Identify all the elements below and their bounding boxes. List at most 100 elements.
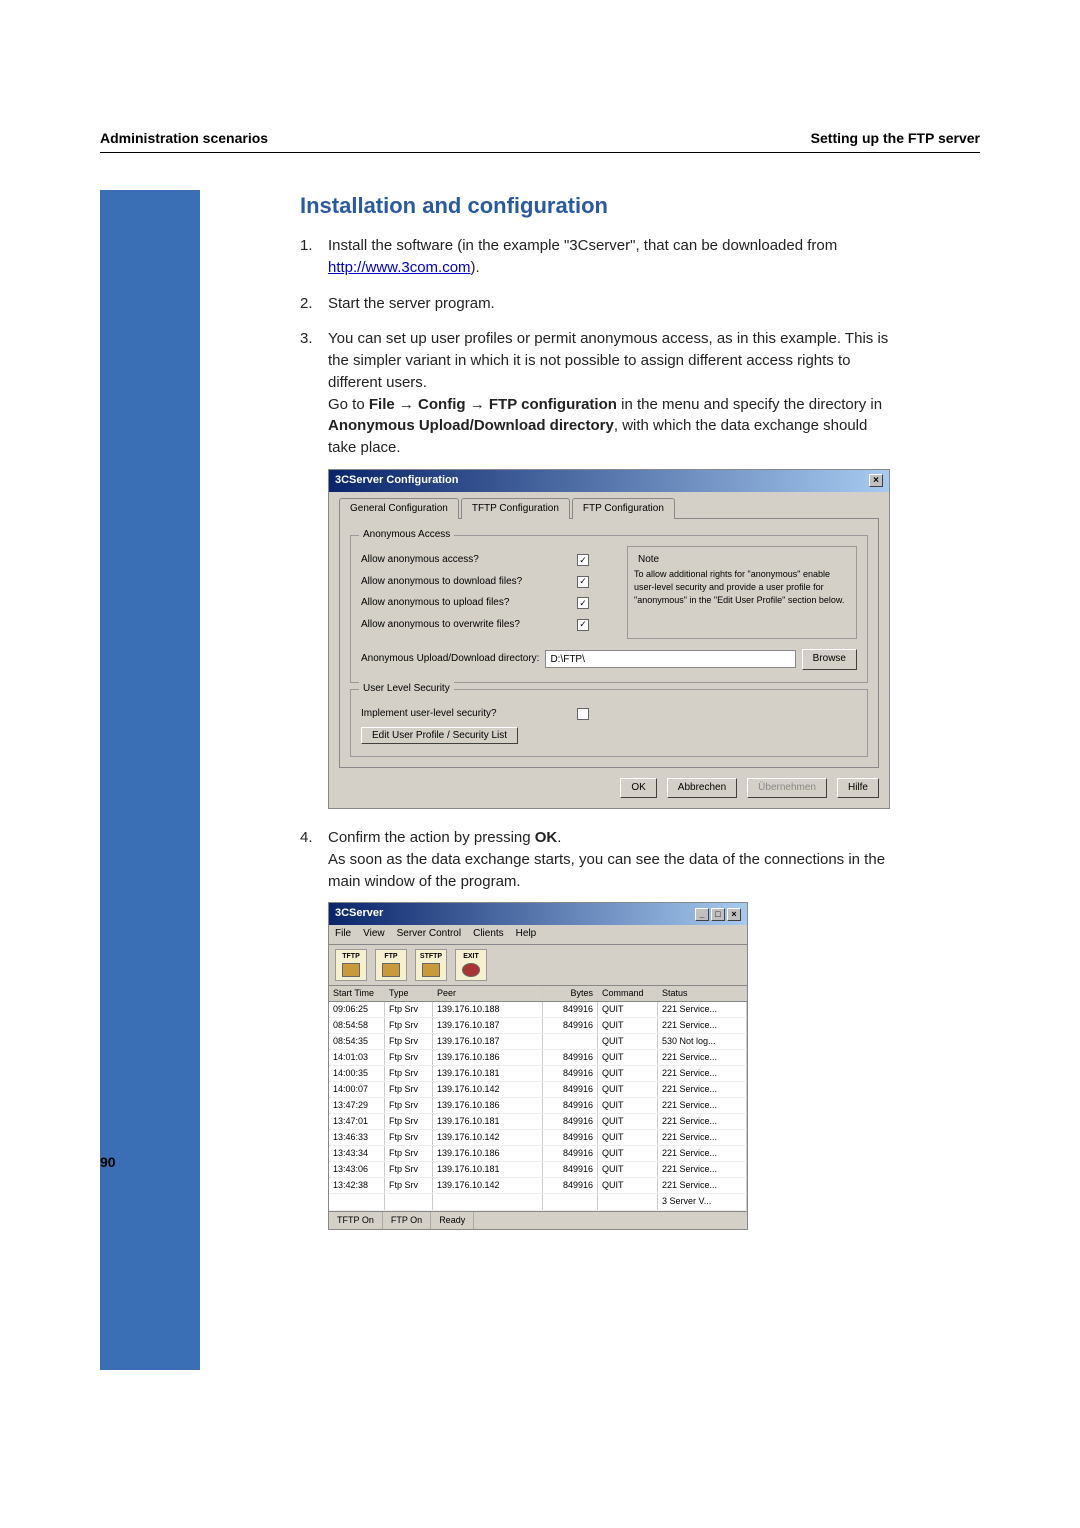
cancel-button[interactable]: Abbrechen [667, 778, 737, 799]
ok-button[interactable]: OK [620, 778, 656, 799]
toolbar-sftp-button[interactable]: STFTP [415, 949, 447, 981]
step3b-config: Config [418, 396, 465, 413]
sidebar-blue-decoration [100, 190, 200, 1370]
table-cell: 849916 [543, 1178, 598, 1193]
table-cell: Ftp Srv [385, 1098, 433, 1113]
screenshot-main-window: 3CServer _ □ × File View Server Control … [328, 902, 748, 1229]
table-row[interactable]: 08:54:58Ftp Srv139.176.10.187849916QUIT2… [329, 1018, 747, 1034]
table-cell: 139.176.10.186 [433, 1098, 543, 1113]
table-row[interactable]: 13:43:34Ftp Srv139.176.10.186849916QUIT2… [329, 1146, 747, 1162]
opt-user-security-label: Implement user-level security? [361, 707, 569, 722]
step-3: You can set up user profiles or permit a… [300, 328, 890, 809]
table-cell: 849916 [543, 1130, 598, 1145]
link-3com[interactable]: http://www.3com.com [328, 259, 471, 276]
toolbar-tftp-button[interactable]: TFTP [335, 949, 367, 981]
menu-clients[interactable]: Clients [473, 927, 504, 942]
header-left: Administration scenarios [100, 130, 268, 146]
dir-label: Anonymous Upload/Download directory: [361, 652, 539, 667]
maximize-icon[interactable]: □ [711, 908, 725, 921]
table-cell: 13:47:01 [329, 1114, 385, 1129]
checkbox-allow-upload[interactable]: ✓ [577, 597, 589, 609]
checkbox-allow-download[interactable]: ✓ [577, 576, 589, 588]
minimize-icon[interactable]: _ [695, 908, 709, 921]
table-cell: 139.176.10.187 [433, 1018, 543, 1033]
window-title: 3CServer [335, 906, 383, 922]
table-cell: 849916 [543, 1018, 598, 1033]
table-cell: 221 Service... [658, 1066, 747, 1081]
help-button[interactable]: Hilfe [837, 778, 879, 799]
page-number: 90 [100, 1154, 116, 1170]
menu-view[interactable]: View [363, 927, 385, 942]
table-row[interactable]: 14:00:07Ftp Srv139.176.10.142849916QUIT2… [329, 1082, 747, 1098]
close-icon[interactable]: × [727, 908, 741, 921]
checkbox-user-security[interactable] [577, 708, 589, 720]
step3b-arrow1: → [395, 396, 418, 413]
status-ready: Ready [431, 1212, 474, 1229]
table-cell: QUIT [598, 1018, 658, 1033]
edit-profile-button[interactable]: Edit User Profile / Security List [361, 727, 518, 744]
tab-ftp[interactable]: FTP Configuration [572, 498, 675, 520]
step3b-pre: Go to [328, 396, 369, 413]
table-cell: 530 Not log... [658, 1034, 747, 1049]
close-icon[interactable]: × [869, 474, 883, 487]
step-4: Confirm the action by pressing OK. As so… [300, 827, 890, 1229]
col-bytes[interactable]: Bytes [543, 986, 598, 1001]
col-peer[interactable]: Peer [433, 986, 543, 1001]
toolbar-ftp-button[interactable]: FTP [375, 949, 407, 981]
step-2: Start the server program. [300, 293, 890, 315]
table-row[interactable]: 13:46:33Ftp Srv139.176.10.142849916QUIT2… [329, 1130, 747, 1146]
col-start-time[interactable]: Start Time [329, 986, 385, 1001]
checkbox-allow-access[interactable]: ✓ [577, 554, 589, 566]
step3-text-a: You can set up user profiles or permit a… [328, 328, 890, 393]
table-cell: 13:46:33 [329, 1130, 385, 1145]
opt-allow-upload-label: Allow anonymous to upload files? [361, 596, 569, 611]
col-status[interactable]: Status [658, 986, 747, 1001]
table-row[interactable]: 13:47:29Ftp Srv139.176.10.186849916QUIT2… [329, 1098, 747, 1114]
col-command[interactable]: Command [598, 986, 658, 1001]
table-cell: 849916 [543, 1162, 598, 1177]
table-cell: 13:47:29 [329, 1098, 385, 1113]
menubar: File View Server Control Clients Help [329, 925, 747, 945]
tab-general[interactable]: General Configuration [339, 498, 459, 520]
table-row[interactable]: 13:47:01Ftp Srv139.176.10.181849916QUIT2… [329, 1114, 747, 1130]
menu-file[interactable]: File [335, 927, 351, 942]
tab-tftp[interactable]: TFTP Configuration [461, 498, 570, 520]
opt-allow-download-label: Allow anonymous to download files? [361, 575, 569, 590]
group-anonymous-title: Anonymous Access [359, 528, 454, 543]
table-row[interactable]: 09:06:25Ftp Srv139.176.10.188849916QUIT2… [329, 1002, 747, 1018]
browse-button[interactable]: Browse [802, 649, 857, 670]
table-row[interactable]: 13:43:06Ftp Srv139.176.10.181849916QUIT2… [329, 1162, 747, 1178]
menu-server-control[interactable]: Server Control [397, 927, 461, 942]
table-cell: 221 Service... [658, 1178, 747, 1193]
table-cell: 08:54:58 [329, 1018, 385, 1033]
step1-text-b: ). [471, 259, 480, 276]
table-row[interactable]: 14:01:03Ftp Srv139.176.10.186849916QUIT2… [329, 1050, 747, 1066]
table-cell: QUIT [598, 1082, 658, 1097]
apply-button[interactable]: Übernehmen [747, 778, 827, 799]
note-body: To allow additional rights for "anonymou… [634, 568, 850, 607]
table-cell: 221 Service... [658, 1082, 747, 1097]
table-cell: 139.176.10.186 [433, 1146, 543, 1161]
step3b-arrow2: → [466, 396, 489, 413]
status-ftp: FTP On [383, 1212, 431, 1229]
table-cell: 221 Service... [658, 1050, 747, 1065]
table-cell: 139.176.10.181 [433, 1162, 543, 1177]
table-row[interactable]: 14:00:35Ftp Srv139.176.10.181849916QUIT2… [329, 1066, 747, 1082]
table-cell: 139.176.10.188 [433, 1002, 543, 1017]
note-title: Note [634, 553, 850, 568]
table-cell: Ftp Srv [385, 1034, 433, 1049]
table-row[interactable]: 13:42:38Ftp Srv139.176.10.142849916QUIT2… [329, 1178, 747, 1194]
table-cell: Ftp Srv [385, 1002, 433, 1017]
table-cell: Ftp Srv [385, 1082, 433, 1097]
table-row[interactable]: 08:54:35Ftp Srv139.176.10.187QUIT530 Not… [329, 1034, 747, 1050]
toolbar-exit-button[interactable]: EXIT [455, 949, 487, 981]
table-cell: 849916 [543, 1098, 598, 1113]
table-cell: 139.176.10.181 [433, 1114, 543, 1129]
dir-input[interactable]: D:\FTP\ [545, 650, 795, 668]
checkbox-allow-overwrite[interactable]: ✓ [577, 619, 589, 631]
col-type[interactable]: Type [385, 986, 433, 1001]
exit-label: EXIT [463, 952, 479, 962]
screenshot-config-dialog: 3CServer Configuration × General Configu… [328, 469, 890, 809]
step3b-anon: Anonymous Upload/Download directory [328, 417, 614, 434]
menu-help[interactable]: Help [516, 927, 537, 942]
